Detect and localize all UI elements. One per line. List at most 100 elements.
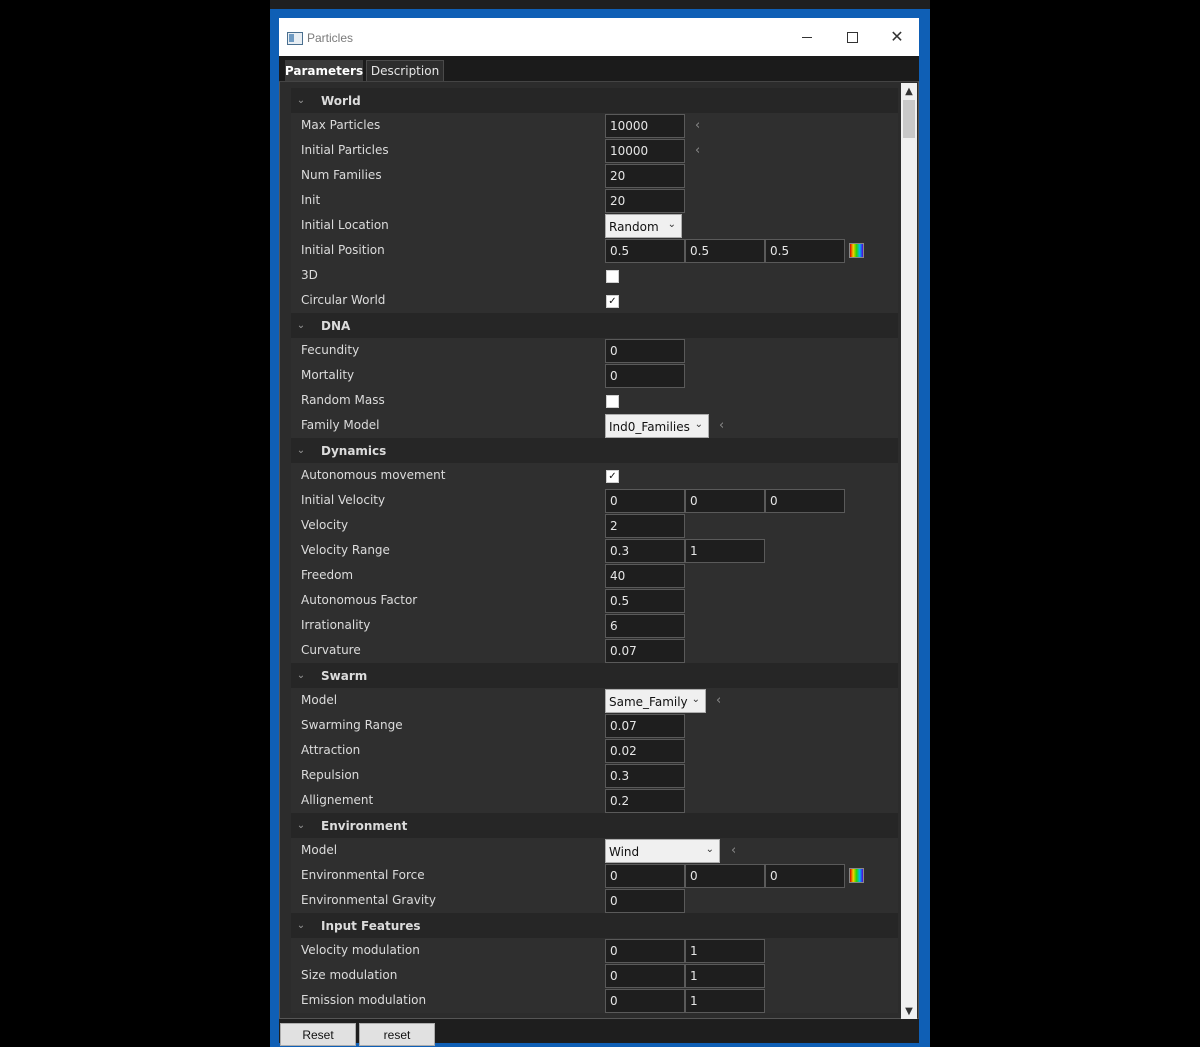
autonomous-movement-checkbox[interactable]: ✓	[606, 470, 619, 483]
chevron-down-icon: ⌄	[296, 445, 306, 456]
reset-arrow-icon[interactable]: ‹	[716, 693, 721, 708]
param-label: Emission modulation	[301, 993, 427, 1007]
section-title: Environment	[321, 818, 408, 833]
environmental-gravity-field[interactable]: 0	[605, 889, 685, 913]
initial-velocity-y-field[interactable]: 0	[685, 489, 765, 513]
minimize-button[interactable]	[784, 22, 830, 52]
mortality-field[interactable]: 0	[605, 364, 685, 388]
environment-model-dropdown[interactable]: Wind ⌄	[605, 839, 720, 863]
initial-position-x-field[interactable]: 0.5	[605, 239, 685, 263]
attraction-field[interactable]: 0.02	[605, 739, 685, 763]
parameters-scroll-area[interactable]: ⌄ World Max Particles 10000 ‹ Initial Pa…	[281, 83, 901, 1019]
param-label: Attraction	[301, 743, 361, 757]
swarm-model-dropdown[interactable]: Same_Family ⌄	[605, 689, 706, 713]
param-label: Model	[301, 843, 338, 857]
initial-position-z-field[interactable]: 0.5	[765, 239, 845, 263]
irrationality-field[interactable]: 6	[605, 614, 685, 638]
emission-modulation-min-field[interactable]: 0	[605, 989, 685, 1013]
reset-button[interactable]: Reset	[280, 1023, 356, 1046]
curvature-field[interactable]: 0.07	[605, 639, 685, 663]
emission-modulation-max-field[interactable]: 1	[685, 989, 765, 1013]
section-title: Swarm	[321, 668, 368, 683]
param-label: Swarming Range	[301, 718, 403, 732]
chevron-down-icon: ⌄	[296, 670, 306, 681]
reset-arrow-icon[interactable]: ‹	[719, 418, 724, 433]
dropdown-value: Wind	[609, 845, 640, 859]
size-modulation-min-field[interactable]: 0	[605, 964, 685, 988]
param-label: Initial Position	[301, 243, 385, 257]
row-num-families: Num Families 20	[291, 163, 898, 188]
row-init: Init 20	[291, 188, 898, 213]
reset-arrow-icon[interactable]: ‹	[731, 843, 736, 858]
num-families-field[interactable]: 20	[605, 164, 685, 188]
title-bar[interactable]: Particles ✕	[279, 18, 919, 56]
row-initial-velocity: Initial Velocity 0 0 0	[291, 488, 898, 513]
scroll-down-icon[interactable]: ▼	[901, 1003, 917, 1019]
color-picker-icon[interactable]	[849, 243, 864, 258]
size-modulation-max-field[interactable]: 1	[685, 964, 765, 988]
repulsion-field[interactable]: 0.3	[605, 764, 685, 788]
velocity-field[interactable]: 2	[605, 514, 685, 538]
initial-velocity-z-field[interactable]: 0	[765, 489, 845, 513]
row-emission-modulation: Emission modulation 0 1	[291, 988, 898, 1013]
param-label: Family Model	[301, 418, 380, 432]
environmental-force-z-field[interactable]: 0	[765, 864, 845, 888]
reset-arrow-icon[interactable]: ‹	[695, 143, 700, 158]
minimize-icon	[802, 36, 812, 38]
init-field[interactable]: 20	[605, 189, 685, 213]
freedom-field[interactable]: 40	[605, 564, 685, 588]
section-input-features[interactable]: ⌄ Input Features	[291, 913, 898, 938]
scroll-up-icon[interactable]: ▲	[901, 83, 917, 99]
param-label: Initial Location	[301, 218, 389, 232]
param-label: Autonomous Factor	[301, 593, 418, 607]
section-swarm[interactable]: ⌄ Swarm	[291, 663, 898, 688]
autonomous-factor-field[interactable]: 0.5	[605, 589, 685, 613]
vertical-scrollbar[interactable]: ▲ ▼	[901, 83, 917, 1019]
row-initial-particles: Initial Particles 10000 ‹	[291, 138, 898, 163]
param-label: Velocity	[301, 518, 349, 532]
row-swarm-model: Model Same_Family ⌄ ‹	[291, 688, 898, 713]
max-particles-field[interactable]: 10000	[605, 114, 685, 138]
initial-velocity-x-field[interactable]: 0	[605, 489, 685, 513]
color-picker-icon[interactable]	[849, 868, 864, 883]
3d-checkbox[interactable]	[606, 270, 619, 283]
velocity-range-min-field[interactable]: 0.3	[605, 539, 685, 563]
scrollbar-thumb[interactable]	[903, 100, 915, 138]
fecundity-field[interactable]: 0	[605, 339, 685, 363]
random-mass-checkbox[interactable]	[606, 395, 619, 408]
window-title: Particles	[307, 31, 354, 45]
chevron-down-icon: ⌄	[296, 320, 306, 331]
param-label: Circular World	[301, 293, 386, 307]
section-world[interactable]: ⌄ World	[291, 88, 898, 113]
swarming-range-field[interactable]: 0.07	[605, 714, 685, 738]
circular-world-checkbox[interactable]: ✓	[606, 295, 619, 308]
environmental-force-y-field[interactable]: 0	[685, 864, 765, 888]
close-button[interactable]: ✕	[874, 22, 920, 52]
initial-particles-field[interactable]: 10000	[605, 139, 685, 163]
param-label: Velocity Range	[301, 543, 390, 557]
section-dna[interactable]: ⌄ DNA	[291, 313, 898, 338]
dropdown-value: Ind0_Families	[609, 420, 690, 434]
velocity-modulation-max-field[interactable]: 1	[685, 939, 765, 963]
row-family-model: Family Model Ind0_Families ⌄ ‹	[291, 413, 898, 438]
velocity-range-max-field[interactable]: 1	[685, 539, 765, 563]
allignement-field[interactable]: 0.2	[605, 789, 685, 813]
reset-secondary-button[interactable]: reset	[359, 1023, 435, 1046]
row-irrationality: Irrationality 6	[291, 613, 898, 638]
family-model-dropdown[interactable]: Ind0_Families ⌄	[605, 414, 709, 438]
initial-location-dropdown[interactable]: Random ⌄	[605, 214, 682, 238]
velocity-modulation-min-field[interactable]: 0	[605, 939, 685, 963]
param-label: Environmental Force	[301, 868, 425, 882]
maximize-button[interactable]	[829, 22, 875, 52]
environmental-force-x-field[interactable]: 0	[605, 864, 685, 888]
section-dynamics[interactable]: ⌄ Dynamics	[291, 438, 898, 463]
tab-description[interactable]: Description	[366, 60, 444, 81]
reset-arrow-icon[interactable]: ‹	[695, 118, 700, 133]
param-label: Num Families	[301, 168, 382, 182]
initial-position-y-field[interactable]: 0.5	[685, 239, 765, 263]
row-environmental-force: Environmental Force 0 0 0	[291, 863, 898, 888]
section-environment[interactable]: ⌄ Environment	[291, 813, 898, 838]
tab-parameters[interactable]: Parameters	[285, 60, 363, 81]
param-label: Init	[301, 193, 321, 207]
row-fecundity: Fecundity 0	[291, 338, 898, 363]
